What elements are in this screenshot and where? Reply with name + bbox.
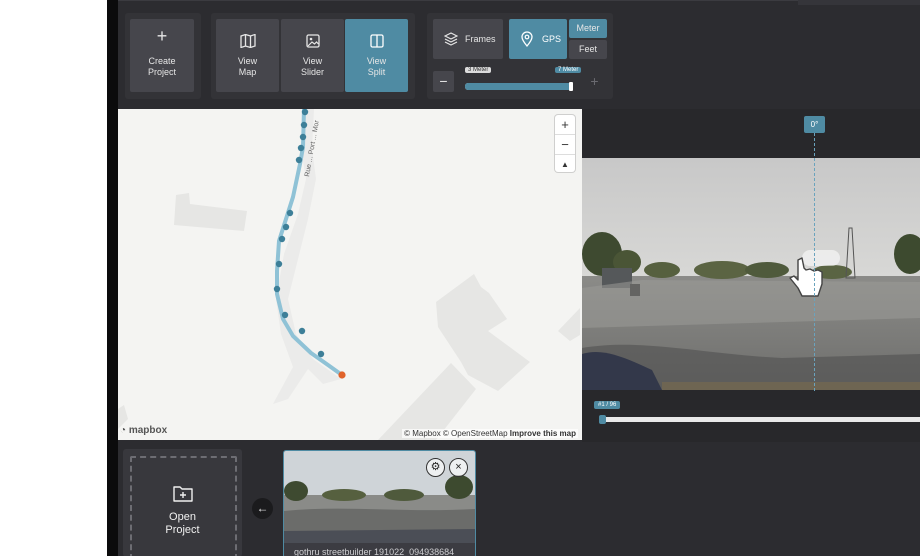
split-icon — [369, 34, 384, 51]
feet-unit-button[interactable]: Feet — [569, 40, 607, 59]
thumbnail-caption: gothru streetbuilder 191022_094938684 — [294, 547, 455, 556]
improve-map-link[interactable]: Improve this map — [510, 429, 576, 438]
map-attribution: © Mapbox © OpenStreetMap Improve this ma… — [402, 429, 578, 438]
zoom-out-button[interactable]: − — [555, 134, 575, 154]
plus-icon: + — [156, 26, 168, 46]
frame-slider-track[interactable] — [604, 417, 920, 422]
back-arrow-button[interactable]: ← — [252, 498, 273, 519]
map-view[interactable]: Rue ... Port ... Mor + − ▲ ◔ mapbox © Ma… — [118, 109, 582, 440]
distance-slider-fill — [465, 83, 569, 90]
attribution-mapbox-link[interactable]: © Mapbox — [404, 429, 441, 438]
view-map-button[interactable]: View Map — [216, 19, 279, 92]
frames-gps-group: Frames GPS Meter Feet − 3 Meter 7 Meter … — [427, 13, 613, 99]
frames-label: Frames — [465, 34, 496, 44]
top-border-segment — [798, 0, 920, 5]
open-project-label: Open Project — [165, 511, 200, 536]
folder-plus-icon — [173, 485, 193, 507]
create-project-button[interactable]: + Create Project — [130, 19, 194, 92]
app-window: + Create Project View Map View Slider Vi… — [118, 0, 920, 556]
create-project-label: Create Project — [147, 56, 176, 77]
zoom-in-button[interactable]: + — [555, 115, 575, 134]
settings-gear-icon[interactable]: ⚙ — [426, 458, 445, 477]
layers-icon — [443, 32, 459, 48]
open-project-button[interactable]: Open Project — [123, 449, 242, 556]
window-edge — [107, 0, 118, 556]
gps-button[interactable]: GPS — [509, 19, 567, 59]
project-group: + Create Project — [125, 13, 201, 99]
heading-badge: 0° — [804, 116, 825, 133]
frame-slider-handle[interactable] — [599, 415, 606, 424]
view-slider-button[interactable]: View Slider — [281, 19, 344, 92]
location-pin-icon — [521, 31, 533, 49]
mapbox-logo-icon: ◔ — [120, 425, 129, 436]
panorama-image[interactable] — [582, 158, 920, 390]
distance-min-label: 3 Meter — [465, 67, 492, 73]
panorama-viewer[interactable]: 0° #1 / 96 — [582, 109, 920, 442]
view-slider-label: View Slider — [300, 56, 324, 77]
close-icon[interactable]: × — [449, 458, 468, 477]
project-strip: Open Project ← ⚙ × gothru streetbuilder … — [118, 442, 920, 556]
map-canvas: Rue ... Port ... Mor — [118, 109, 580, 440]
compass-button[interactable]: ▲ — [555, 154, 575, 174]
distance-value-label: 7 Meter — [555, 67, 582, 73]
map-icon — [239, 33, 256, 51]
distance-increase-button[interactable]: + — [584, 71, 605, 92]
view-mode-group: View Map View Slider View Split — [211, 13, 415, 99]
mapbox-logo[interactable]: ◔ mapbox — [120, 425, 167, 436]
project-thumbnail[interactable]: ⚙ × gothru streetbuilder 191022_09493868… — [283, 450, 476, 556]
view-split-button[interactable]: View Split — [345, 19, 408, 92]
view-split-label: View Split — [366, 56, 387, 77]
gps-label: GPS — [542, 34, 562, 44]
distance-slider-handle[interactable] — [569, 82, 573, 91]
frames-button[interactable]: Frames — [433, 19, 503, 59]
image-icon — [305, 34, 320, 51]
frame-counter: #1 / 96 — [594, 401, 621, 409]
attribution-osm-link[interactable]: © OpenStreetMap — [443, 429, 508, 438]
distance-decrease-button[interactable]: − — [433, 71, 454, 92]
map-zoom-controls: + − ▲ — [555, 115, 575, 172]
heading-guide-line — [814, 133, 815, 391]
mapbox-logo-text: mapbox — [128, 425, 168, 436]
meter-unit-button[interactable]: Meter — [569, 19, 607, 38]
thumbnail-image — [284, 451, 475, 543]
distance-slider-track[interactable] — [465, 83, 572, 90]
view-map-label: View Map — [237, 56, 258, 77]
panorama-picture — [582, 158, 920, 390]
